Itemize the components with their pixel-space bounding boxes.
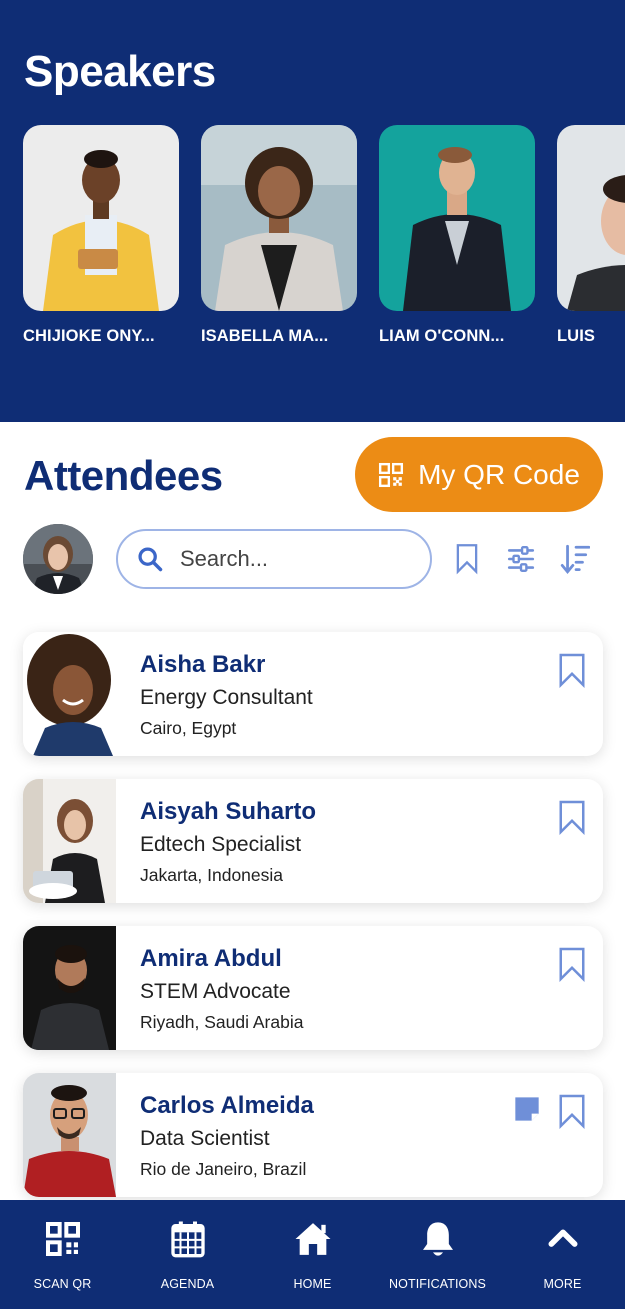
sliders-icon — [507, 546, 535, 572]
attendee-location: Jakarta, Indonesia — [140, 865, 284, 885]
sticky-note-icon — [515, 1097, 539, 1121]
search-icon — [138, 547, 163, 572]
speaker-card[interactable]: LUIS — [557, 125, 625, 346]
attendee-name: Aisyah Suharto — [140, 798, 317, 825]
my-qr-code-button[interactable]: My QR Code — [355, 437, 603, 512]
bookmark-button[interactable] — [557, 946, 587, 983]
sort-descending-icon — [560, 544, 590, 574]
nav-scan-qr[interactable]: SCAN QR — [0, 1200, 125, 1309]
speaker-name: LUIS — [557, 327, 595, 345]
nav-label: NOTIFICATIONS — [389, 1277, 486, 1291]
bookmark-button[interactable] — [557, 799, 587, 836]
bookmark-icon — [559, 947, 585, 983]
filter-button[interactable] — [504, 541, 538, 577]
speaker-name: LIAM O'CONN... — [379, 327, 505, 345]
nav-label: HOME — [293, 1277, 332, 1291]
speaker-photo — [201, 125, 357, 311]
attendees-title: Attendees — [24, 452, 223, 499]
attendee-location: Rio de Janeiro, Brazil — [140, 1159, 307, 1179]
attendee-name: Amira Abdul — [140, 945, 282, 972]
nav-label: MORE — [543, 1277, 582, 1291]
attendee-role: Edtech Specialist — [140, 833, 302, 856]
speaker-card[interactable]: CHIJIOKE ONY... — [23, 125, 179, 346]
speaker-card[interactable]: LIAM O'CONN... — [379, 125, 535, 346]
search-bar[interactable] — [116, 529, 432, 589]
attendee-role: Data Scientist — [140, 1127, 270, 1150]
attendee-name: Carlos Almeida — [140, 1092, 314, 1119]
nav-more[interactable]: MORE — [500, 1200, 625, 1309]
bell-icon — [422, 1222, 453, 1256]
attendee-card[interactable]: Amira Abdul STEM Advocate Riyadh, Saudi … — [23, 926, 603, 1050]
speaker-photo — [379, 125, 535, 311]
attendee-photo — [23, 632, 116, 756]
bookmark-icon — [559, 1094, 585, 1130]
speaker-name: CHIJIOKE ONY... — [23, 327, 155, 345]
qr-code-icon — [379, 462, 404, 487]
attendee-role: STEM Advocate — [140, 980, 291, 1003]
sort-button[interactable] — [558, 541, 592, 577]
speaker-photo — [557, 125, 625, 311]
home-icon — [295, 1223, 330, 1255]
speaker-photo — [23, 125, 179, 311]
bottom-navigation: SCAN QR AGENDA HOME NOTIFICATIONS MORE — [0, 1200, 625, 1309]
attendee-photo — [23, 926, 116, 1050]
calendar-icon — [170, 1221, 205, 1258]
attendee-card[interactable]: Carlos Almeida Data Scientist Rio de Jan… — [23, 1073, 603, 1197]
chevron-up-icon — [548, 1229, 577, 1247]
nav-label: SCAN QR — [33, 1277, 92, 1291]
attendee-photo — [23, 1073, 116, 1197]
attendee-card[interactable]: Aisyah Suharto Edtech Specialist Jakarta… — [23, 779, 603, 903]
nav-agenda[interactable]: AGENDA — [125, 1200, 250, 1309]
bookmark-button[interactable] — [557, 652, 587, 689]
bookmark-icon — [559, 653, 585, 689]
attendee-card[interactable]: Aisha Bakr Energy Consultant Cairo, Egyp… — [23, 632, 603, 756]
attendee-location: Riyadh, Saudi Arabia — [140, 1012, 304, 1032]
my-qr-code-label: My QR Code — [418, 458, 580, 490]
speakers-section: Speakers CHIJIOKE ONY... ISABELLA MA... … — [0, 0, 625, 422]
bookmark-button[interactable] — [557, 1093, 587, 1130]
attendee-location: Cairo, Egypt — [140, 718, 237, 738]
nav-notifications[interactable]: NOTIFICATIONS — [375, 1200, 500, 1309]
attendee-photo — [23, 779, 116, 903]
attendee-name: Aisha Bakr — [140, 651, 266, 678]
attendee-role: Energy Consultant — [140, 686, 313, 709]
bookmark-filter-button[interactable] — [450, 541, 484, 577]
note-button[interactable] — [513, 1095, 541, 1123]
my-profile-avatar[interactable] — [23, 524, 93, 594]
speaker-name: ISABELLA MA... — [201, 327, 329, 345]
nav-home[interactable]: HOME — [250, 1200, 375, 1309]
search-input[interactable] — [180, 546, 400, 572]
speakers-title: Speakers — [24, 47, 216, 96]
bookmark-icon — [456, 544, 478, 575]
speakers-carousel[interactable]: CHIJIOKE ONY... ISABELLA MA... LIAM O'CO… — [23, 125, 625, 346]
nav-label: AGENDA — [160, 1277, 215, 1291]
speaker-card[interactable]: ISABELLA MA... — [201, 125, 357, 346]
qr-code-icon — [45, 1222, 80, 1256]
bookmark-icon — [559, 800, 585, 836]
